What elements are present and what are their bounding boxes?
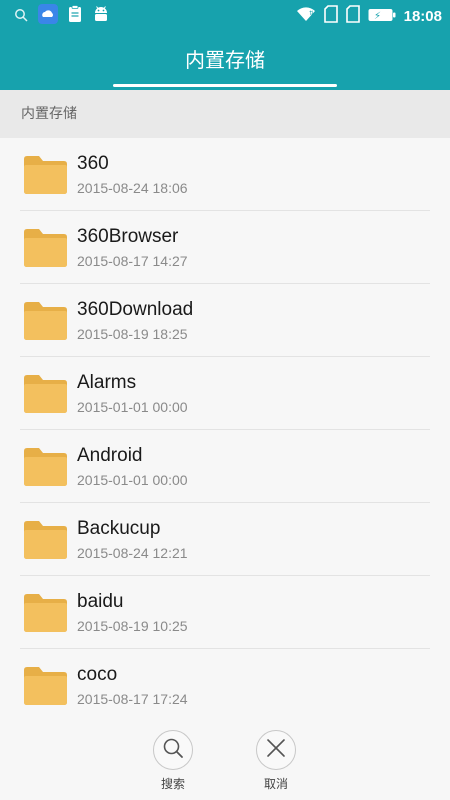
file-name: Backucup [77, 518, 161, 539]
file-date: 2015-08-24 12:21 [77, 545, 188, 561]
sim-card-icon [323, 5, 338, 27]
search-button-label: 搜索 [160, 777, 185, 791]
file-list-item[interactable]: Backucup 2015-08-24 12:21 [20, 503, 430, 576]
svg-text:⇅: ⇅ [309, 10, 314, 17]
search-icon [14, 7, 28, 26]
status-bar: ⇅ ⚡ 18:08 [0, 0, 450, 32]
file-date: 2015-01-01 00:00 [77, 472, 188, 488]
file-list-item[interactable]: 360Download 2015-08-19 18:25 [20, 284, 430, 357]
weather-app-icon [38, 4, 58, 28]
file-list: 360 2015-08-24 18:06 360Browser 2015-08-17 … [0, 138, 450, 718]
file-list-item[interactable]: Alarms 2015-01-01 00:00 [20, 357, 430, 430]
folder-icon [24, 156, 67, 194]
file-list-item[interactable]: 360Browser 2015-08-17 14:27 [20, 211, 430, 284]
file-date: 2015-01-01 00:00 [77, 399, 188, 415]
cancel-button-label: 取消 [263, 777, 288, 791]
search-icon [161, 736, 185, 764]
file-list-item[interactable]: coco 2015-08-17 17:24 [20, 649, 430, 718]
file-date: 2015-08-19 18:25 [77, 326, 188, 342]
search-button[interactable]: 搜索 [143, 730, 203, 792]
clipboard-icon [68, 5, 82, 27]
android-icon [92, 5, 110, 27]
file-name: Android [77, 445, 143, 466]
file-date: 2015-08-17 17:24 [77, 691, 188, 707]
wifi-icon: ⇅ [296, 6, 316, 26]
close-icon [264, 736, 288, 764]
battery-icon: ⚡ [368, 7, 396, 26]
file-name: Alarms [77, 372, 137, 393]
folder-icon [24, 594, 67, 632]
bottom-action-bar: 搜索 取消 [0, 718, 450, 800]
file-list-item[interactable]: baidu 2015-08-19 10:25 [20, 576, 430, 649]
search-button-circle[interactable] [153, 730, 193, 770]
folder-icon [24, 229, 67, 267]
svg-text:⚡: ⚡ [374, 11, 381, 22]
status-time: 18:08 [403, 7, 442, 25]
file-name: 360Browser [77, 226, 179, 247]
file-date: 2015-08-24 18:06 [77, 180, 188, 196]
file-name: 360 [77, 153, 109, 174]
file-list-item[interactable]: 360 2015-08-24 18:06 [20, 138, 430, 211]
breadcrumb-item[interactable]: 内置存储 [21, 106, 77, 122]
file-name: baidu [77, 591, 124, 612]
folder-icon [24, 667, 67, 705]
file-date: 2015-08-19 10:25 [77, 618, 188, 634]
tab-indicator [113, 84, 337, 87]
file-name: coco [77, 664, 118, 685]
app-header: 内置存储 [0, 32, 450, 90]
folder-icon [24, 302, 67, 340]
cancel-button-circle[interactable] [256, 730, 296, 770]
file-date: 2015-08-17 14:27 [77, 253, 188, 269]
file-list-item[interactable]: Android 2015-01-01 00:00 [20, 430, 430, 503]
page-title: 内置存储 [185, 48, 265, 72]
cancel-button[interactable]: 取消 [246, 730, 306, 792]
folder-icon [24, 521, 67, 559]
folder-icon [24, 375, 67, 413]
breadcrumb[interactable]: 内置存储 [0, 90, 450, 138]
sim-card-icon [345, 5, 360, 27]
file-name: 360Download [77, 299, 194, 320]
folder-icon [24, 448, 67, 486]
